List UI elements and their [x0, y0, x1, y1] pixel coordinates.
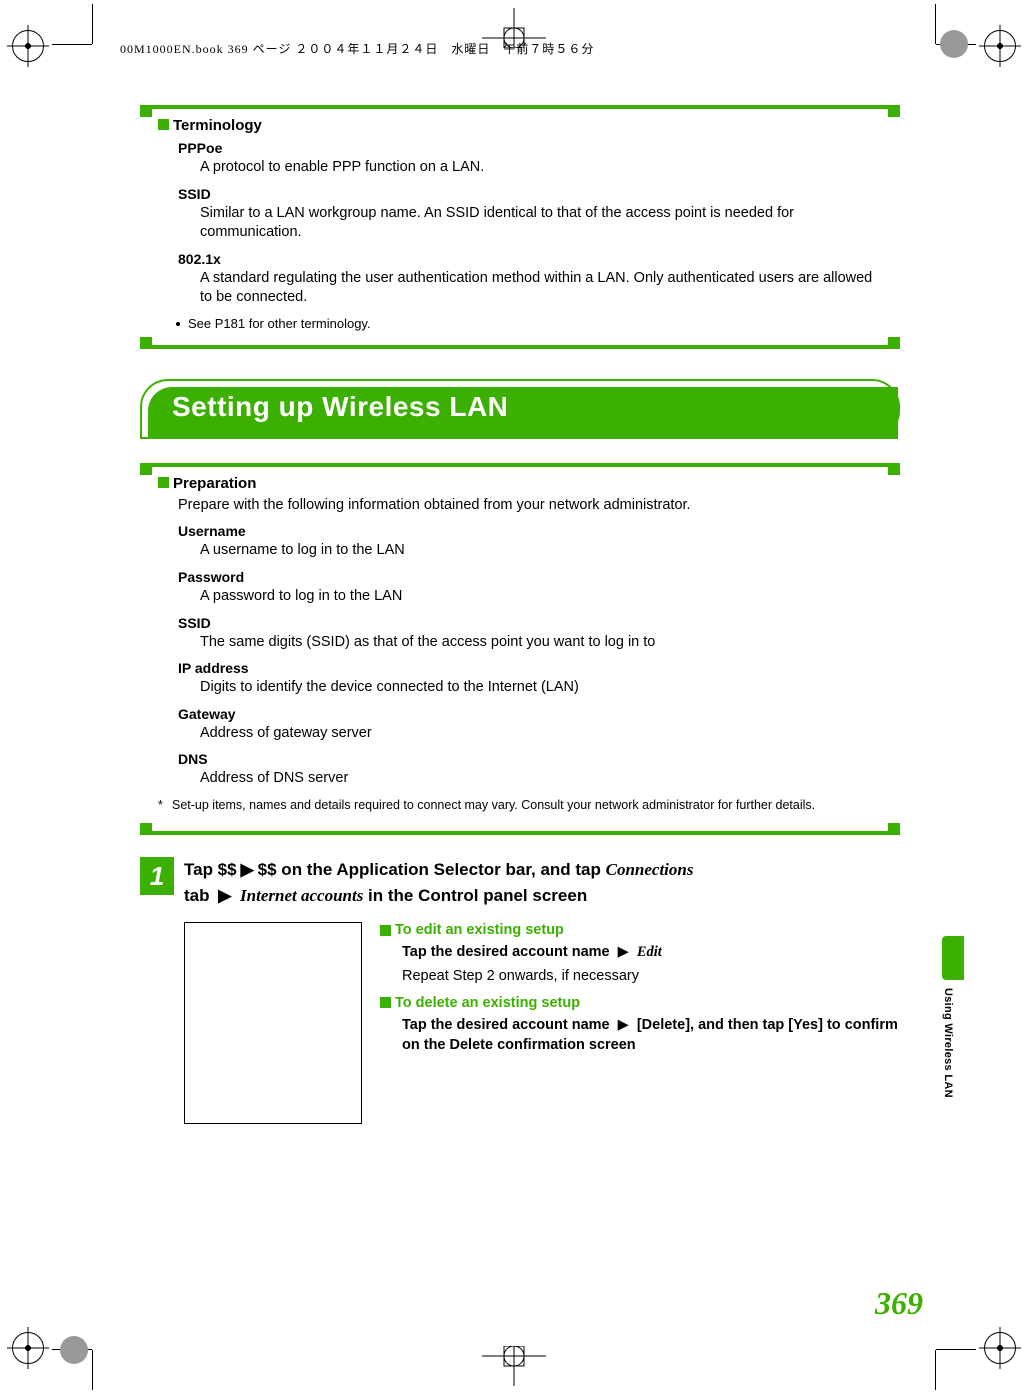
prep-desc: A password to log in to the LAN	[200, 587, 882, 607]
square-marker-icon	[380, 997, 391, 1008]
triangle-right-icon: ▶	[618, 942, 629, 962]
preparation-box: Preparation Prepare with the following i…	[140, 463, 900, 835]
prep-name: Password	[178, 569, 882, 585]
registration-mark-icon	[12, 30, 44, 62]
registration-mark-icon	[12, 1332, 44, 1364]
prep-desc: A username to log in to the LAN	[200, 541, 882, 561]
prep-desc: Address of gateway server	[200, 724, 882, 744]
triangle-right-icon: ▶	[218, 883, 231, 909]
crop-mark	[935, 4, 936, 44]
preparation-intro: Prepare with the following information o…	[178, 496, 882, 516]
step-1: 1 Tap $$▶$$ on the Application Selector …	[140, 857, 900, 908]
delete-setup-line: Tap the desired account name ▶ [Delete],…	[402, 1015, 900, 1056]
preparation-footnote: *Set-up items, names and details require…	[158, 797, 882, 813]
page-number: 369	[875, 1285, 923, 1322]
prep-desc: The same digits (SSID) as that of the ac…	[200, 633, 882, 653]
crop-mark	[936, 1349, 976, 1350]
prep-name: Gateway	[178, 706, 882, 722]
term-name: SSID	[178, 186, 882, 202]
registration-mark-icon	[984, 30, 1016, 62]
square-marker-icon	[158, 119, 169, 130]
crop-mark	[92, 1350, 93, 1390]
side-tab-label: Using Wireless LAN	[942, 988, 954, 1098]
prep-desc: Digits to identify the device connected …	[200, 678, 882, 698]
prep-name: SSID	[178, 615, 882, 631]
terminology-box: Terminology PPPoe A protocol to enable P…	[140, 105, 900, 349]
delete-setup-heading: To delete an existing setup	[380, 995, 900, 1011]
crop-mark	[935, 1350, 936, 1390]
term-desc: A protocol to enable PPP function on a L…	[200, 158, 882, 178]
square-marker-icon	[158, 477, 169, 488]
gray-dot-icon	[60, 1336, 88, 1364]
triangle-right-icon: ▶	[241, 857, 254, 883]
prep-name: Username	[178, 523, 882, 539]
edit-setup-heading: To edit an existing setup	[380, 922, 900, 938]
registration-mark-icon	[984, 1332, 1016, 1364]
prep-desc: Address of DNS server	[200, 769, 882, 789]
prep-name: DNS	[178, 751, 882, 767]
edit-setup-line1: Tap the desired account name ▶ Edit	[402, 942, 900, 962]
triangle-right-icon: ▶	[618, 1015, 629, 1035]
bullet-icon	[176, 322, 180, 326]
preparation-heading: Preparation	[158, 475, 882, 492]
center-mark-bottom-icon	[482, 1346, 546, 1386]
prep-name: IP address	[178, 660, 882, 676]
terminology-note: See P181 for other terminology.	[176, 316, 882, 331]
step-1-text: Tap $$▶$$ on the Application Selector ba…	[184, 857, 693, 908]
side-tab-block	[942, 936, 964, 980]
header-line: 00M1000EN.book 369 ページ ２００４年１１月２４日 水曜日 午…	[120, 40, 594, 57]
term-name: 802.1x	[178, 251, 882, 267]
crop-mark	[92, 4, 93, 44]
term-desc: A standard regulating the user authentic…	[200, 269, 882, 308]
square-marker-icon	[380, 925, 391, 936]
term-desc: Similar to a LAN workgroup name. An SSID…	[200, 204, 882, 243]
edit-setup-line2: Repeat Step 2 onwards, if necessary	[402, 966, 900, 986]
screenshot-placeholder	[184, 922, 362, 1124]
section-banner: Setting up Wireless LAN	[140, 379, 900, 439]
side-tab: Using Wireless LAN	[942, 936, 964, 1106]
gray-dot-icon	[940, 30, 968, 58]
terminology-heading: Terminology	[158, 117, 882, 134]
crop-mark	[52, 44, 92, 45]
step-number-icon: 1	[140, 857, 174, 895]
term-name: PPPoe	[178, 140, 882, 156]
banner-text: Setting up Wireless LAN	[172, 391, 508, 423]
